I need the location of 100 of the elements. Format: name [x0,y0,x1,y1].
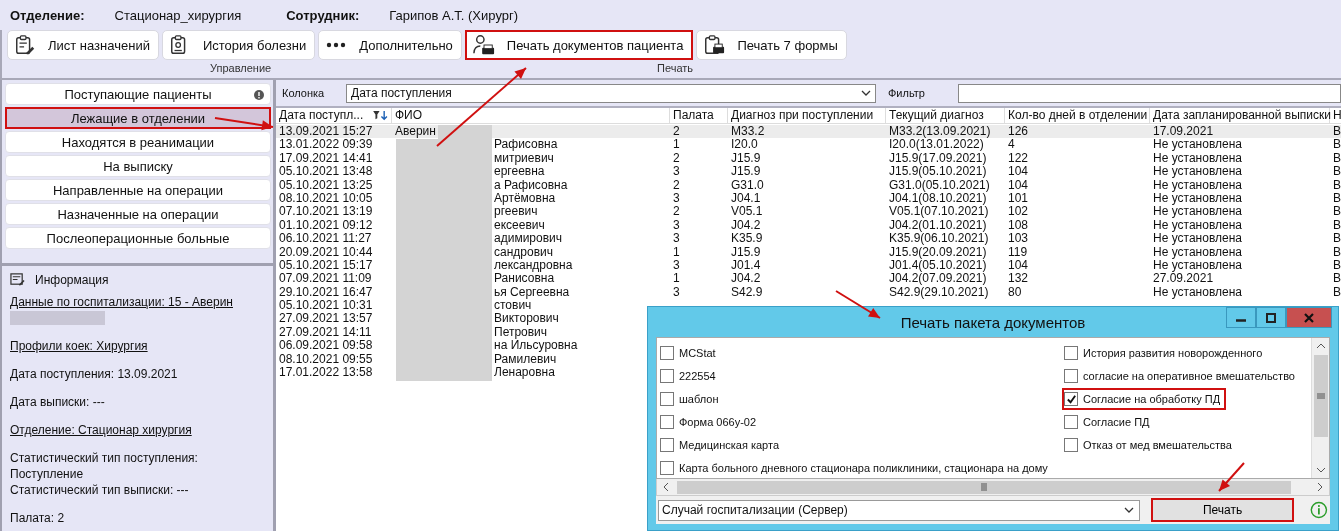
table-cell: Викторович [494,311,559,326]
table-cell: 1 [673,137,680,152]
document-checkbox[interactable]: Карта больного дневного стационара поликлиники, стационара на дому [660,459,1052,477]
toolbar-button[interactable]: Печать 7 формы [696,30,847,60]
info-icon[interactable] [1310,501,1328,519]
table-row[interactable]: 07.10.2021 13:19 ргеевич 2 V05.1 V05.1(07.10.2021) 102 Не установлена В [276,205,1341,219]
table-cell: J04.2 [731,217,761,232]
info-link[interactable]: Профили коек: Хирургия [10,339,148,353]
column-header[interactable]: ФИО [392,108,670,123]
category-tab[interactable]: Поступающие пациенты [5,83,271,105]
info-link[interactable]: Отделение: Стационар хирургия [10,423,192,437]
table-row[interactable]: 07.09.2021 11:09 Ранисовна 1 J04.2 J04.2(07.09.2021) 132 27.09.2021 В [276,272,1341,286]
document-checkbox[interactable]: согласие на оперативное вмешательство [1064,367,1299,385]
column-header[interactable]: Текущий диагноз [886,108,1005,123]
annotation-arrow [1218,462,1245,492]
checkmark-icon [1065,393,1077,405]
table-cell: стович [494,298,532,313]
toolbar-button[interactable]: Печать документов пациента [464,30,694,60]
more-icon [325,42,348,48]
document-checkbox[interactable]: Согласие ПД [1064,413,1154,431]
table-cell: В [1333,217,1341,232]
category-tab[interactable]: Направленные на операции [5,179,271,201]
category-tab[interactable]: Находятся в реанимации [5,131,271,153]
table-cell: J04.2(07.09.2021) [889,271,987,286]
table-cell: 05.10.2021 15:17 [279,257,373,272]
column-header[interactable]: Диагноз при поступлении [728,108,886,123]
column-header[interactable]: Кол-во дней в отделении [1005,108,1150,123]
table-cell: 17.09.2021 [1153,124,1214,138]
category-tab[interactable]: Послеоперационные больные [5,227,271,249]
table-cell: 05.10.2021 13:48 [279,164,373,179]
maximize-button[interactable] [1256,307,1286,328]
table-row[interactable]: 29.10.2021 16:47 ья Сергеевна 3 S42.9 S42.9(29.10.2021) 80 Не установлена В [276,285,1341,300]
table-cell: J15.9 [731,164,761,179]
table-row[interactable]: 08.10.2021 10:05 Артёмовна 3 J04.1 J04.1(08.10.2021) 101 Не установлена В [276,191,1341,206]
close-button[interactable] [1286,307,1332,328]
table-row[interactable]: 05.10.2021 13:25 а Рафисовна 2 G31.0 G31.0(05.10.2021) 104 Не установлена В [276,178,1341,192]
clipboard-icon [14,34,36,56]
category-tab[interactable]: На выписку [5,155,271,177]
document-checkbox[interactable]: 222554 [660,367,720,385]
document-checkbox[interactable]: Отказ от мед вмешательства [1064,436,1236,454]
category-tab[interactable]: Назначенные на операции [5,203,271,225]
document-checkbox[interactable]: Медицинская карта [660,436,783,454]
table-row[interactable]: 13.09.2021 15:27 Аверин 2 M33.2 M33.2(13.09.2021) 126 17.09.2021 В [276,125,1341,139]
table-row[interactable]: 06.10.2021 11:27 адимирович 3 K35.9 K35.9(06.10.2021) 103 Не установлена В [276,232,1341,246]
table-cell: 104 [1008,177,1029,192]
table-cell: 27.09.2021 14:11 [279,324,372,339]
table-cell: 07.10.2021 13:19 [279,204,373,219]
minimize-button[interactable] [1226,307,1256,328]
table-cell: В [1333,204,1341,219]
table-row[interactable]: 20.09.2021 10:44 сандрович 1 J15.9 J15.9(20.09.2021) 119 Не установлена В [276,245,1341,259]
column-header[interactable]: Палата [670,108,728,123]
table-cell: ргеевич [494,204,538,219]
source-dropdown[interactable]: Случай госпитализации (Сервер) [658,499,1140,521]
info-text: Статистический тип поступления: [10,451,198,465]
toolbar-button[interactable]: Дополнительно [318,30,462,60]
table-cell: 17.01.2022 13:58 [279,365,373,380]
table-row[interactable]: 17.09.2021 14:41 митриевич 2 J15.9 J15.9(17.09.2021) 122 Не установлена В [276,151,1341,166]
document-checkbox[interactable]: Форма 066у-02 [660,413,761,431]
table-row[interactable]: 13.01.2022 09:39 Рафисовна 1 I20.0 I20.0(13.01.2022) 4 Не установлена В [276,138,1341,152]
document-checkbox[interactable]: История развития новорожденного [1064,344,1267,362]
employee-label: Сотрудник: [286,7,360,23]
table-cell: В [1333,177,1341,192]
table-row[interactable]: 05.10.2021 13:48 ергеевна 3 J15.9 J15.9(05.10.2021) 104 Не установлена В [276,165,1341,179]
document-checkbox[interactable]: шаблон [660,390,723,408]
filter-field[interactable] [958,83,1341,103]
table-cell: 80 [1008,284,1022,299]
table-cell: I20.0 [731,137,758,152]
column-dropdown[interactable]: Дата поступления [346,83,876,103]
column-header[interactable]: Дата поступл... [276,108,392,123]
print-button[interactable]: Печать [1150,498,1295,522]
table-cell: Аверин [395,124,436,138]
table-cell: 05.10.2021 10:31 [279,298,373,313]
table-cell: J01.4 [731,257,761,272]
column-header[interactable]: Дата запланированной выписки [1150,108,1330,123]
document-checkbox[interactable]: MCStat [660,344,720,362]
grip-icon [1316,393,1325,399]
info-text: Статистический тип выписки: --- [10,483,189,497]
info-link[interactable]: Данные по госпитализации: 15 - Аверин [10,295,233,309]
column-header[interactable]: Н [1330,108,1341,123]
table-row[interactable]: 01.10.2021 09:12 ексеевич 3 J04.2 J04.2(01.10.2021) 108 Не установлена В [276,218,1341,233]
table-cell: 1 [673,271,680,286]
table-cell: 108 [1008,217,1029,232]
table-cell: 2 [673,124,680,138]
table-cell: V05.1(07.10.2021) [889,204,989,219]
vertical-scrollbar[interactable] [1311,338,1329,478]
category-tab[interactable]: Лежащие в отделении [5,107,271,129]
table-cell: ья Сергеевна [494,284,570,299]
table-row[interactable]: 05.10.2021 15:17 лександровна 3 J01.4 J01.4(05.10.2021) 104 Не установлена В [276,258,1341,273]
table-cell: Рамилевич [494,351,557,366]
toolbar-button[interactable]: Лист назначений [7,30,159,60]
table-cell: 20.09.2021 10:44 [279,244,373,259]
close-icon [1303,311,1315,324]
grip-icon [981,483,987,491]
horizontal-scrollbar[interactable] [656,479,1330,496]
table-cell: Ранисовна [494,271,555,286]
table-cell: В [1333,190,1341,205]
table-cell: 08.10.2021 10:05 [279,190,373,205]
chevron-down-icon [1123,507,1134,513]
toolbar-button[interactable]: История болезни [161,30,316,60]
document-checkbox[interactable]: Согласие на обработку ПД [1064,390,1225,408]
